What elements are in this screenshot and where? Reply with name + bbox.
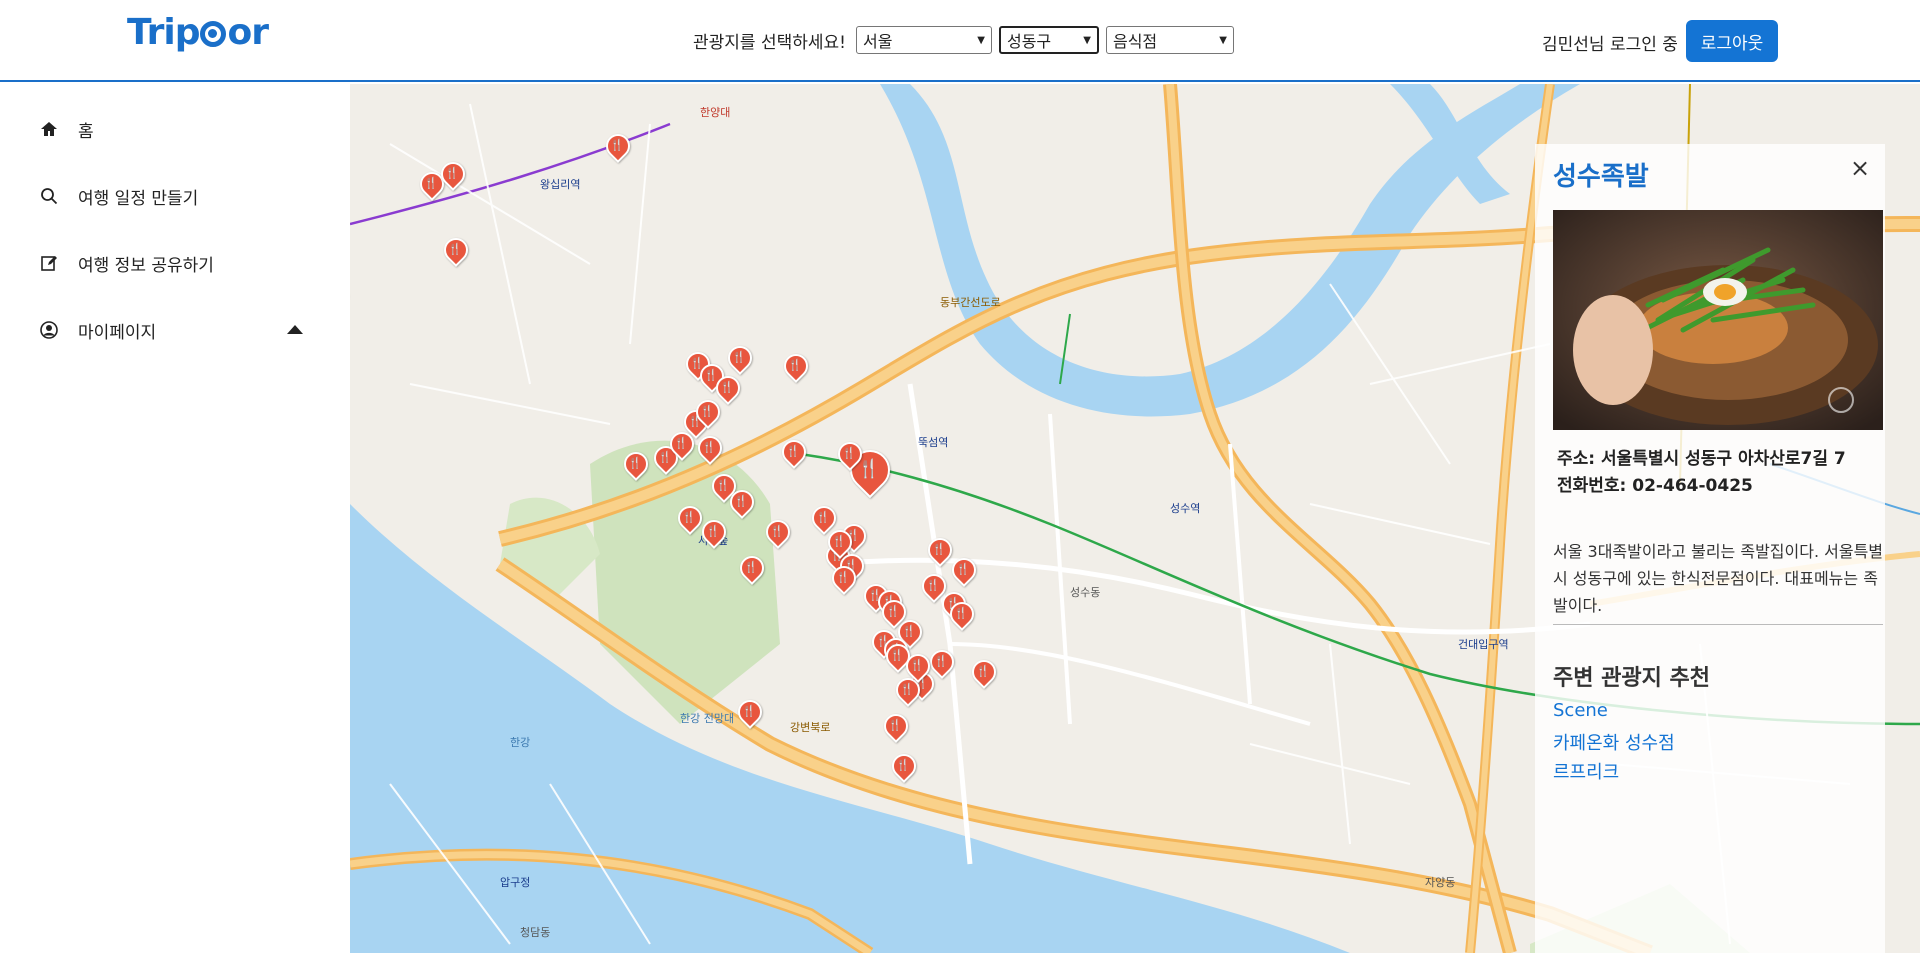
map-label-kondae-station: 건대입구역 <box>1458 638 1509 651</box>
sidebar-item-label: 마이페이지 <box>78 322 157 343</box>
map-label-hangang: 한강 <box>510 736 531 749</box>
edit-icon <box>38 252 60 274</box>
logo-text-or: or <box>227 12 268 53</box>
category-select-value: 음식점 <box>1112 32 1158 51</box>
divider <box>1553 624 1883 625</box>
login-status: 김민선님 로그인 중 <box>1542 35 1678 55</box>
nearby-place-link[interactable]: 르프리크 <box>1553 758 1619 784</box>
sidebar-item-make-itinerary[interactable]: 여행 일정 만들기 <box>38 181 308 211</box>
map-label-hanyang: 한양대 <box>700 106 731 119</box>
place-detail-panel: 성수족발 × 주소: 서울특별시 성동구 아차산로7길 7 전화번호: 02-4… <box>1535 144 1885 953</box>
map-label-seongsu-station: 성수역 <box>1170 502 1201 515</box>
selector-label: 관광지를 선택하세요! <box>693 32 846 53</box>
sidebar-item-label: 여행 일정 만들기 <box>78 188 199 209</box>
map-label-jayang: 자양동 <box>1425 876 1456 889</box>
nearby-place-link[interactable]: 카페온화 성수점 <box>1553 729 1675 755</box>
map-label-wangsimni: 왕십리역 <box>540 178 581 191</box>
place-phone: 전화번호: 02-464-0425 <box>1557 476 1753 496</box>
top-header: Trip or 관광지를 선택하세요! 서울 ▼ 성동구 ▼ 음식점 ▼ 김민선님… <box>0 0 1920 82</box>
place-photo <box>1553 210 1883 430</box>
sidebar-item-share-info[interactable]: 여행 정보 공유하기 <box>38 248 308 278</box>
caret-up-icon[interactable] <box>287 325 303 334</box>
map-label-gangbyeonbukro: 강변북로 <box>790 721 831 734</box>
city-select-value: 서울 <box>862 32 893 51</box>
sidebar-item-label: 홈 <box>78 121 94 142</box>
map-label-seongsudong: 성수동 <box>1070 586 1101 599</box>
search-icon <box>38 185 60 207</box>
sidebar-item-home[interactable]: 홈 <box>38 114 308 144</box>
chevron-down-icon: ▼ <box>1083 34 1091 46</box>
chevron-down-icon: ▼ <box>977 34 985 46</box>
logo[interactable]: Trip or <box>127 12 269 53</box>
place-address: 주소: 서울특별시 성동구 아차산로7길 7 <box>1557 449 1846 469</box>
destination-selector: 관광지를 선택하세요! 서울 ▼ 성동구 ▼ 음식점 ▼ <box>693 26 1234 54</box>
sidebar-item-mypage[interactable]: 마이페이지 <box>38 315 303 345</box>
map-label-cheongdam: 청담동 <box>520 926 551 939</box>
district-select[interactable]: 성동구 ▼ <box>998 26 1099 54</box>
logo-text-trip: Trip <box>127 12 200 53</box>
sidebar-item-label: 여행 정보 공유하기 <box>78 255 214 276</box>
chevron-down-icon: ▼ <box>1219 34 1227 46</box>
logo-o-mark <box>200 21 227 47</box>
home-icon <box>38 118 60 140</box>
map-label-ttukseom-station: 뚝섬역 <box>918 436 949 449</box>
map-label-observatory: 한강 전망대 <box>680 712 735 725</box>
logout-button[interactable]: 로그아웃 <box>1686 20 1778 62</box>
place-contact: 주소: 서울특별시 성동구 아차산로7길 7 전화번호: 02-464-0425 <box>1557 446 1846 500</box>
place-title: 성수족발 <box>1553 162 1649 192</box>
nearby-recommend-title: 주변 관광지 추천 <box>1553 666 1710 691</box>
place-description: 서울 3대족발이라고 불리는 족발집이다. 서울특별시 성동구에 있는 한식전문… <box>1553 542 1884 615</box>
food-image <box>1553 210 1883 430</box>
map-label-apgujeong: 압구정 <box>500 876 531 889</box>
close-icon[interactable]: × <box>1849 156 1871 180</box>
district-select-value: 성동구 <box>1006 32 1052 51</box>
category-select[interactable]: 음식점 ▼ <box>1105 26 1234 54</box>
city-select[interactable]: 서울 ▼ <box>855 26 992 54</box>
sidebar: 홈 여행 일정 만들기 여행 정보 공유하기 마이페이지 <box>0 84 350 953</box>
map-label-dongbu: 동부간선도로 <box>940 296 1001 309</box>
user-circle-icon <box>38 319 60 341</box>
nearby-place-link[interactable]: Scene <box>1553 700 1608 721</box>
